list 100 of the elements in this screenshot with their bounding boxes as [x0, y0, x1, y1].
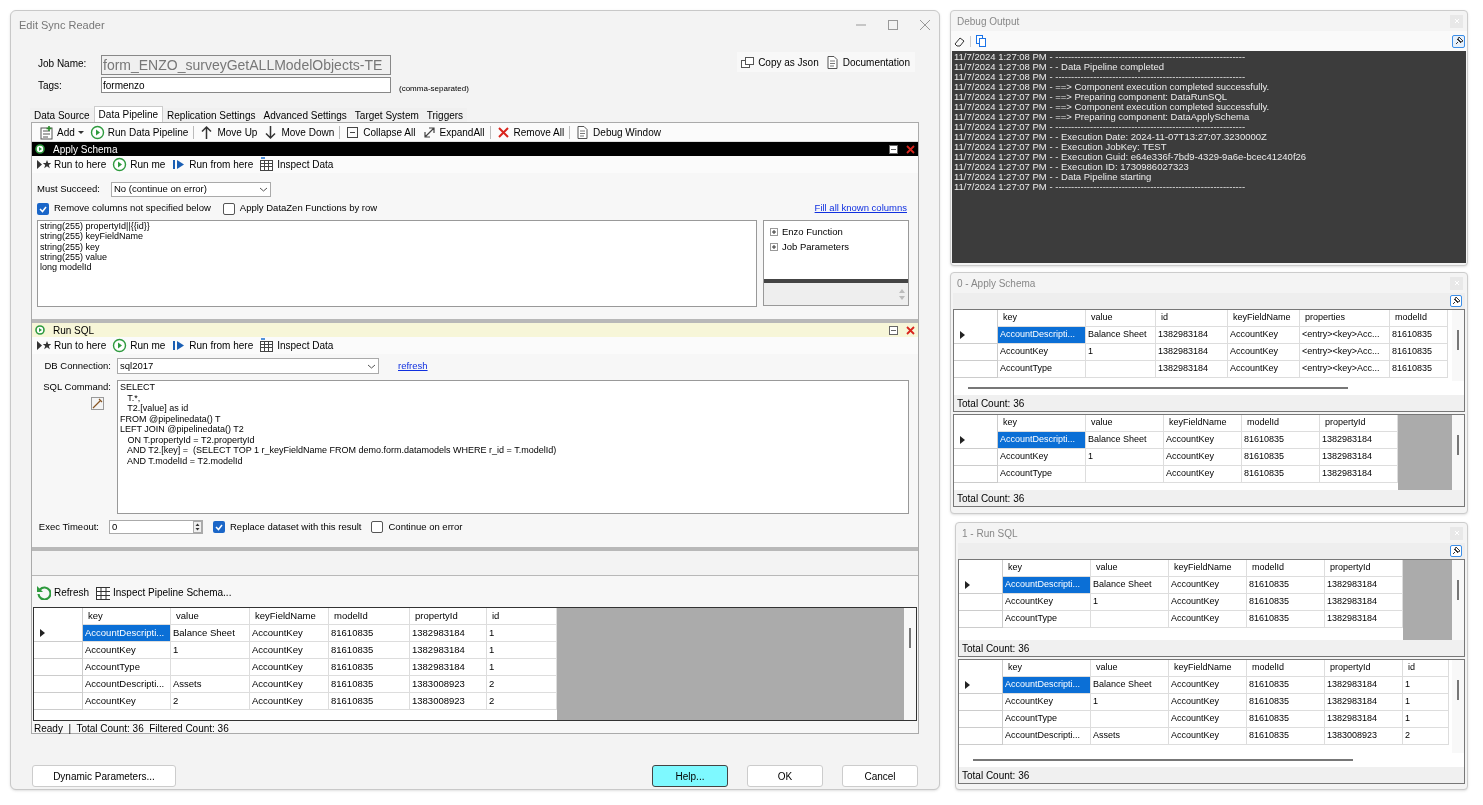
scroll-bar[interactable] — [959, 753, 1464, 767]
tab[interactable]: Data Pipeline — [93, 106, 164, 122]
table-cell: AccountKey — [83, 693, 171, 710]
toolbar-button[interactable]: Run to here — [33, 337, 110, 354]
pin-button[interactable] — [1450, 545, 1462, 557]
column-header[interactable]: propertyId — [1325, 660, 1403, 677]
column-header[interactable]: properties — [1300, 310, 1390, 327]
toolbar-button[interactable]: Move Down — [260, 123, 338, 141]
log-line: 11/7/2024 1:27:07 PM - ------------------------------------------------------------ — [954, 182, 1247, 192]
column-header[interactable]: modelId — [1247, 660, 1325, 677]
code-editor[interactable] — [117, 380, 909, 514]
pin-button[interactable] — [1450, 295, 1462, 307]
column-header[interactable]: value — [1091, 560, 1169, 577]
dropdown[interactable]: sql2017 — [117, 358, 379, 374]
column-header[interactable]: keyFieldName — [1228, 310, 1300, 327]
toolbar-button[interactable]: Run to here — [33, 156, 110, 173]
component-header[interactable]: Apply Schema — [32, 142, 918, 156]
table-cell: 1383008923 — [410, 676, 487, 693]
row-pointer-icon — [960, 331, 965, 339]
column-header[interactable]: id — [487, 608, 557, 625]
column-header[interactable]: key — [1003, 660, 1091, 677]
tree-view[interactable]: Enzo Function Job Parameters — [763, 220, 909, 306]
text-area[interactable]: string(255) propertyId||{{id}} string(255) keyFieldName string(255) key string(255) value long modelId — [37, 220, 757, 307]
column-header[interactable]: propertyId — [1320, 415, 1398, 432]
copy-button[interactable] — [975, 34, 987, 48]
column-header[interactable]: keyFieldName — [1169, 560, 1247, 577]
pin-button[interactable] — [1452, 34, 1465, 48]
column-header[interactable]: key — [83, 608, 171, 625]
table-cell: AccountKey — [1169, 611, 1247, 628]
table-cell: AccountType — [83, 659, 171, 676]
link[interactable]: Fill all known columns — [814, 201, 907, 216]
row-header[interactable] — [954, 432, 998, 449]
checkbox[interactable] — [371, 521, 384, 533]
column-header[interactable]: keyFieldName — [250, 608, 329, 625]
scroll-bar[interactable] — [1452, 415, 1464, 490]
editor-button[interactable] — [91, 397, 104, 411]
column-header[interactable]: modelId — [1242, 415, 1320, 432]
column-header[interactable]: id — [1403, 660, 1449, 677]
toolbar-button[interactable]: Run from here — [168, 337, 257, 354]
column-header[interactable]: key — [998, 310, 1086, 327]
component-header[interactable]: Run SQL — [32, 323, 918, 337]
row-header[interactable] — [34, 625, 83, 642]
button[interactable]: Dynamic Parameters... — [32, 765, 176, 787]
column-header[interactable]: value — [171, 608, 250, 625]
table-cell: AccountKey — [998, 344, 1086, 361]
total-count: Total Count: 36 — [962, 769, 1030, 783]
scroll-bar[interactable] — [1452, 310, 1464, 381]
toolbar-button[interactable]: Add — [36, 123, 87, 141]
toolbar-button[interactable]: Run me — [109, 337, 169, 354]
column-header[interactable]: keyFieldName — [1164, 415, 1242, 432]
toolbar-button[interactable]: Run from here — [168, 156, 257, 173]
number-field[interactable]: 0 — [109, 520, 203, 534]
scroll-bar[interactable] — [1452, 660, 1464, 753]
scroll-bar[interactable] — [904, 608, 916, 720]
toolbar-button[interactable]: Collapse All — [342, 123, 419, 141]
code-line: T.*, — [126, 392, 142, 403]
table-cell: 1382983184 — [1325, 577, 1403, 594]
toolbar-button[interactable]: Inspect Data — [256, 156, 337, 173]
dropdown[interactable]: No (continue on error) — [111, 182, 271, 197]
column-header[interactable]: modelId — [329, 608, 410, 625]
field-label: Must Succeed: — [37, 182, 101, 197]
column-header[interactable]: id — [1156, 310, 1228, 327]
row-header[interactable] — [954, 327, 998, 344]
row-header[interactable] — [959, 577, 1003, 594]
toolbar-button[interactable]: Refresh — [33, 583, 92, 601]
button[interactable]: Cancel — [842, 765, 918, 787]
column-header[interactable]: modelId — [1390, 310, 1448, 327]
toolbar-button[interactable]: Debug Window — [572, 123, 664, 141]
toolbar-button[interactable]: Run me — [109, 156, 169, 173]
checkbox[interactable] — [222, 202, 235, 215]
toolbar-button[interactable]: Inspect Pipeline Schema... — [92, 583, 235, 601]
toolbar-button[interactable]: Copy as Json — [737, 52, 822, 72]
checkbox[interactable] — [213, 521, 225, 533]
button[interactable]: OK — [747, 765, 823, 787]
tree-item[interactable]: Job Parameters — [782, 240, 850, 255]
link[interactable]: refresh — [398, 358, 428, 374]
tree-item[interactable]: Enzo Function — [782, 225, 843, 240]
checkbox[interactable] — [37, 202, 49, 215]
column-header[interactable]: value — [1086, 310, 1156, 327]
toolbar-button[interactable]: Documentation — [821, 52, 913, 72]
scroll-bar[interactable] — [1452, 560, 1464, 640]
column-header[interactable]: propertyId — [410, 608, 487, 625]
column-header[interactable]: key — [998, 415, 1086, 432]
toolbar-button[interactable]: Run Data Pipeline — [86, 123, 192, 141]
row-header[interactable] — [959, 677, 1003, 694]
table-cell: AccountKey — [1169, 728, 1247, 745]
column-header[interactable]: propertyId — [1325, 560, 1403, 577]
toolbar-button[interactable]: Inspect Data — [256, 337, 337, 354]
toolbar-button[interactable]: Remove All — [492, 123, 568, 141]
eraser-button[interactable] — [953, 35, 966, 47]
column-header[interactable]: value — [1086, 415, 1164, 432]
scroll-bar[interactable] — [954, 381, 1464, 395]
button[interactable]: Help... — [652, 765, 728, 787]
column-header[interactable]: key — [1003, 560, 1091, 577]
column-header[interactable]: modelId — [1247, 560, 1325, 577]
toolbar-button[interactable]: Move Up — [196, 123, 261, 141]
column-header[interactable]: keyFieldName — [1169, 660, 1247, 677]
input-field[interactable]: formenzo — [101, 77, 391, 93]
toolbar-button[interactable]: ExpandAll — [418, 123, 488, 141]
column-header[interactable]: value — [1091, 660, 1169, 677]
